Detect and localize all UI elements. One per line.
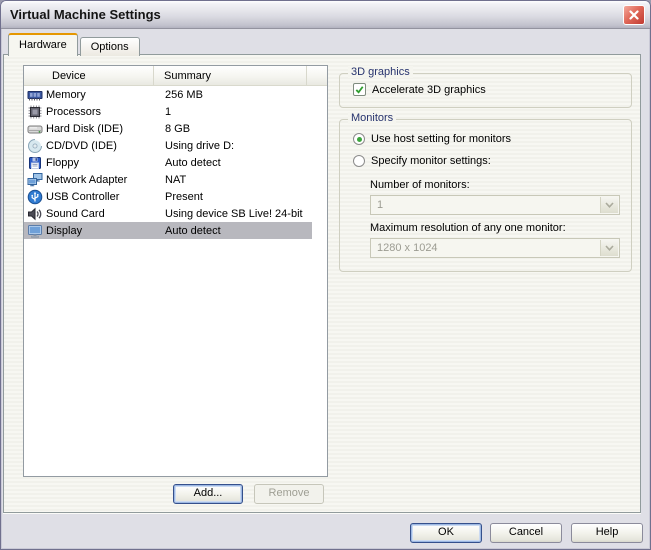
- network-icon: [27, 172, 43, 186]
- tab-options[interactable]: Options: [79, 37, 140, 56]
- device-summary: 1: [165, 105, 172, 118]
- help-button[interactable]: Help: [571, 523, 643, 543]
- cancel-button[interactable]: Cancel: [490, 523, 562, 543]
- group-monitors: Monitors Use host setting for monitors S…: [339, 112, 632, 272]
- virtual-machine-settings-dialog: Virtual Machine Settings Hardware Option…: [0, 0, 651, 550]
- table-row-sound-card[interactable]: Sound Card Using device SB Live! 24-bit: [24, 205, 327, 222]
- table-row-processors[interactable]: Processors 1: [24, 103, 327, 120]
- table-row-display[interactable]: Display Auto detect: [24, 222, 327, 239]
- table-row-network-adapter[interactable]: Network Adapter NAT: [24, 171, 327, 188]
- device-summary: NAT: [165, 173, 187, 186]
- device-name: USB Controller: [46, 190, 120, 203]
- device-name: Sound Card: [46, 207, 105, 220]
- tab-strip: Hardware Options: [8, 33, 142, 56]
- table-row-hard-disk[interactable]: Hard Disk (IDE) 8 GB: [24, 120, 327, 137]
- memory-icon: [27, 90, 43, 100]
- number-of-monitors-dropdown-button: [600, 197, 618, 213]
- remove-button: Remove: [254, 484, 324, 504]
- table-row-cd-dvd[interactable]: CD/DVD (IDE) Using drive D:: [24, 137, 327, 154]
- device-name: Network Adapter: [46, 173, 128, 186]
- close-button[interactable]: [623, 5, 645, 25]
- device-summary: Using drive D:: [165, 139, 235, 152]
- accelerate-3d-label: Accelerate 3D graphics: [372, 83, 486, 96]
- device-name: Floppy: [46, 156, 80, 169]
- ok-button[interactable]: OK: [410, 523, 482, 543]
- title-bar: Virtual Machine Settings: [1, 1, 650, 29]
- device-summary: 8 GB: [165, 122, 191, 135]
- use-host-setting-label: Use host setting for monitors: [371, 133, 512, 145]
- max-resolution-dropdown-button: [600, 240, 618, 256]
- device-summary: Present: [165, 190, 203, 203]
- use-host-setting-radio[interactable]: [353, 133, 365, 145]
- device-summary: Auto detect: [165, 156, 221, 169]
- hardware-tab-page: Device Summary Memory 256 MB Processors …: [3, 54, 641, 513]
- display-icon: [28, 224, 42, 238]
- device-summary: Auto detect: [165, 224, 221, 237]
- chevron-down-icon: [605, 202, 614, 208]
- group-monitors-title: Monitors: [348, 112, 397, 124]
- floppy-icon: [29, 156, 41, 169]
- number-of-monitors-value: 1: [377, 199, 384, 211]
- number-of-monitors-select: 1: [370, 195, 620, 215]
- specify-monitor-settings-radio[interactable]: [353, 155, 365, 167]
- device-summary: 256 MB: [165, 88, 203, 101]
- group-3d-graphics: 3D graphics Accelerate 3D graphics: [339, 66, 632, 108]
- column-header-summary: Summary: [154, 66, 307, 85]
- tab-hardware[interactable]: Hardware: [8, 33, 78, 56]
- sound-icon: [28, 207, 42, 220]
- group-3d-graphics-title: 3D graphics: [348, 66, 413, 78]
- table-row-floppy[interactable]: Floppy Auto detect: [24, 154, 327, 171]
- cd-icon: [28, 138, 43, 153]
- max-resolution-select: 1280 x 1024: [370, 238, 620, 258]
- device-name: Processors: [46, 105, 102, 118]
- device-name: CD/DVD (IDE): [46, 139, 117, 152]
- column-header-device: Device: [24, 66, 154, 85]
- chevron-down-icon: [605, 245, 614, 251]
- processor-icon: [28, 105, 42, 118]
- device-list[interactable]: Device Summary Memory 256 MB Processors …: [23, 65, 328, 477]
- usb-icon: [27, 189, 43, 204]
- device-summary: Using device SB Live! 24-bit: [165, 207, 303, 220]
- table-row-memory[interactable]: Memory 256 MB: [24, 86, 327, 103]
- check-icon: [355, 86, 364, 94]
- hard-disk-icon: [27, 125, 43, 133]
- max-resolution-label: Maximum resolution of any one monitor:: [370, 222, 566, 234]
- window-title: Virtual Machine Settings: [10, 7, 161, 22]
- specify-monitor-settings-label: Specify monitor settings:: [371, 155, 491, 167]
- add-button[interactable]: Add...: [173, 484, 243, 504]
- device-name: Display: [46, 224, 83, 237]
- accelerate-3d-checkbox[interactable]: [353, 83, 366, 96]
- radio-dot: [356, 136, 362, 142]
- device-list-header: Device Summary: [24, 66, 327, 86]
- number-of-monitors-label: Number of monitors:: [370, 179, 470, 191]
- close-icon: [629, 10, 639, 20]
- table-row-usb-controller[interactable]: USB Controller Present: [24, 188, 327, 205]
- column-header-blank: [307, 66, 327, 85]
- max-resolution-value: 1280 x 1024: [377, 242, 438, 254]
- tab-page-bottom-highlight: [3, 513, 641, 514]
- device-name: Memory: [46, 88, 86, 101]
- device-name: Hard Disk (IDE): [46, 122, 124, 135]
